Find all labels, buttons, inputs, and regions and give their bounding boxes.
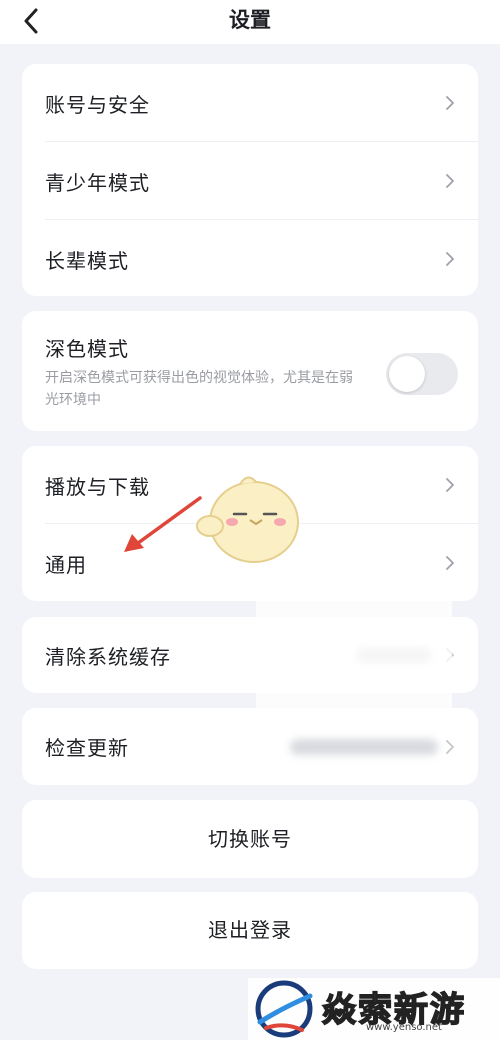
check-update-label: 检查更新 (45, 736, 129, 760)
chevron-right-icon (446, 478, 454, 492)
account-settings-card: 账号与安全 青少年模式 长辈模式 (22, 64, 478, 296)
chevron-right-icon (446, 556, 454, 570)
watermark: 焱索新游网 www.yenso.net (248, 978, 500, 1040)
mascot-sticker-icon (196, 476, 299, 563)
page-title: 设置 (229, 8, 271, 32)
annotation-arrow-icon (124, 496, 202, 552)
dark-mode-title: 深色模式 (45, 337, 129, 361)
account-security-row[interactable]: 账号与安全 (22, 64, 478, 142)
chevron-right-icon (446, 252, 454, 266)
watermark-logo-icon (255, 980, 313, 1038)
watermark-url: www.yenso.net (366, 1022, 442, 1033)
chevron-right-icon (446, 739, 454, 754)
dark-mode-toggle[interactable] (386, 353, 458, 395)
general-label: 通用 (45, 552, 87, 577)
switch-account-button[interactable]: 切换账号 (22, 800, 478, 878)
top-bar: 设置 (0, 0, 500, 44)
account-security-label: 账号与安全 (45, 92, 150, 117)
check-update-card: 检查更新 (22, 708, 478, 785)
clear-cache-label: 清除系统缓存 (45, 644, 171, 669)
teen-mode-row[interactable]: 青少年模式 (22, 142, 478, 220)
chevron-right-icon (446, 96, 454, 110)
logout-label: 退出登录 (208, 918, 292, 942)
toggle-knob (389, 356, 425, 392)
dark-mode-description: 开启深色模式可获得出色的视觉体验，尤其是在弱光环境中 (45, 370, 353, 408)
elder-mode-row[interactable]: 长辈模式 (22, 220, 478, 296)
teen-mode-label: 青少年模式 (45, 170, 150, 195)
dark-mode-card: 深色模式 开启深色模式可获得出色的视觉体验，尤其是在弱光环境中 (22, 311, 478, 431)
elder-mode-label: 长辈模式 (45, 248, 129, 273)
logout-button[interactable]: 退出登录 (22, 892, 478, 969)
chevron-right-icon (446, 174, 454, 188)
check-update-row[interactable]: 检查更新 (22, 708, 478, 785)
switch-account-label: 切换账号 (208, 827, 292, 851)
version-value (290, 738, 438, 755)
overlay-patch (256, 596, 452, 708)
